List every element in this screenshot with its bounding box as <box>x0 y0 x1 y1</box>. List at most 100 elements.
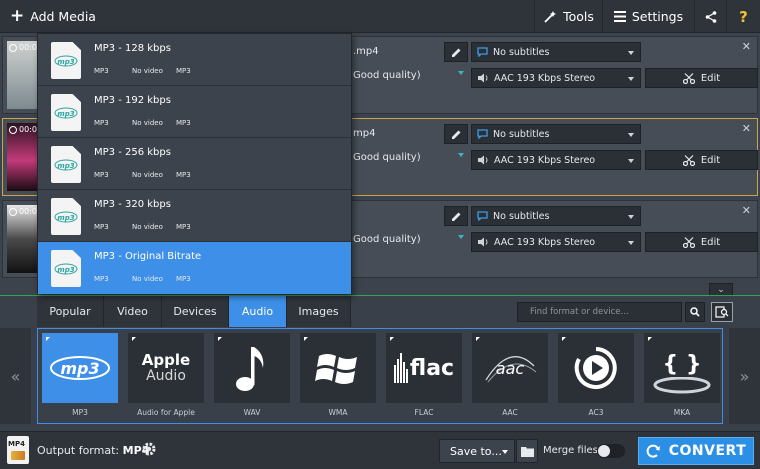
preset-name: MP3 - 320 kbps <box>94 199 171 210</box>
scroll-left-button[interactable]: « <box>0 328 31 424</box>
open-folder-button[interactable] <box>516 439 538 463</box>
video-thumbnail[interactable]: 00:0 <box>7 41 41 109</box>
flac-logo-icon <box>393 353 408 383</box>
add-media-button[interactable]: + Add Media <box>0 0 99 33</box>
audio-track-dropdown[interactable]: AAC 193 Kbps Stereo <box>471 150 641 170</box>
subtitle-value: No subtitles <box>493 210 550 222</box>
output-format-icon[interactable]: MP4 <box>7 436 29 464</box>
tab-popular[interactable]: Popular <box>37 296 104 327</box>
device-detect-button[interactable] <box>711 302 733 322</box>
svg-text:mp3: mp3 <box>57 266 74 274</box>
scroll-right-button[interactable]: » <box>729 328 760 424</box>
remove-file-icon[interactable]: ✕ <box>742 40 751 53</box>
output-format[interactable]: Output format: MP4 <box>37 444 149 457</box>
audio-track-value: AAC 193 Kbps Stereo <box>494 72 596 84</box>
double-chevron-down-icon: ⌄ <box>717 285 725 295</box>
preset-item[interactable]: mp3 MP3 - 192 kbps MP3 No video MP3 <box>38 86 351 138</box>
plus-icon: + <box>10 5 25 26</box>
preset-video: No video <box>132 171 163 179</box>
rename-button[interactable] <box>444 206 468 226</box>
video-thumbnail[interactable]: 00:0 <box>7 123 41 191</box>
format-tile-ac3[interactable] <box>558 333 634 403</box>
format-tile-aac[interactable]: aac <box>472 333 548 403</box>
speaker-icon <box>478 237 488 247</box>
convert-button[interactable]: CONVERT <box>638 437 754 465</box>
format-tile-wma[interactable] <box>300 333 376 403</box>
settings-button[interactable]: Settings <box>602 0 694 33</box>
save-to-label: Save to... <box>450 444 502 458</box>
mp3-file-icon: mp3 <box>51 94 81 131</box>
refresh-icon <box>646 444 660 458</box>
quality-selector[interactable]: Good quality) <box>353 152 421 163</box>
quality-selector[interactable]: Good quality) <box>353 70 421 81</box>
subtitle-dropdown[interactable]: No subtitles <box>471 206 641 226</box>
file-name: .mp4 <box>353 46 379 57</box>
pencil-icon <box>451 212 460 221</box>
speaker-icon <box>478 155 488 165</box>
share-icon <box>705 10 716 23</box>
format-tabs: Popular Video Devices Audio Images <box>37 296 351 327</box>
bottom-bar: MP4 Output format: MP4 Save to... Merge … <box>0 431 760 469</box>
tab-devices[interactable]: Devices <box>162 296 229 327</box>
format-panel: Popular Video Devices Audio Images Find … <box>0 296 760 429</box>
quality-selector[interactable]: Good quality) <box>353 234 421 245</box>
format-label: AC3 <box>588 408 604 417</box>
preset-codec: MP3 <box>94 275 109 283</box>
rename-button[interactable] <box>444 42 468 62</box>
rename-button[interactable] <box>444 124 468 144</box>
output-format-icon-text: MP4 <box>8 440 25 448</box>
video-thumbnail[interactable]: 00:0 <box>7 205 41 273</box>
audio-track-dropdown[interactable]: AAC 193 Kbps Stereo <box>471 68 641 88</box>
format-label: WMA <box>328 408 348 417</box>
help-button[interactable]: ? <box>726 0 760 33</box>
audio-track-value: AAC 193 Kbps Stereo <box>494 236 596 248</box>
format-search-input[interactable]: Find format or device... <box>517 302 682 322</box>
format-tile-flac[interactable]: flac <box>386 333 462 403</box>
subtitle-dropdown[interactable]: No subtitles <box>471 124 641 144</box>
preset-item[interactable]: mp3 MP3 - 256 kbps MP3 No video MP3 <box>38 138 351 190</box>
share-button[interactable] <box>694 0 726 33</box>
edit-button[interactable]: Edit <box>645 232 758 252</box>
ac3-play-icon <box>574 347 617 389</box>
settings-label: Settings <box>631 9 684 24</box>
speech-bubble-icon <box>477 211 488 221</box>
format-label: WAV <box>243 408 261 417</box>
search-button[interactable] <box>685 302 705 322</box>
format-label: MKA <box>673 408 691 417</box>
edit-button[interactable]: Edit <box>645 150 758 170</box>
remove-file-icon[interactable]: ✕ <box>742 122 751 135</box>
tab-video[interactable]: Video <box>104 296 162 327</box>
save-to-dropdown[interactable]: Save to... <box>439 439 515 463</box>
chevron-down-icon <box>458 235 464 239</box>
subtitle-dropdown[interactable]: No subtitles <box>471 42 641 62</box>
merge-files-label: Merge files: <box>543 445 602 456</box>
edit-label: Edit <box>700 72 721 84</box>
device-search-icon <box>715 306 729 318</box>
duration-badge: 00:0 <box>9 43 37 52</box>
remove-file-icon[interactable]: ✕ <box>742 204 751 217</box>
tab-images[interactable]: Images <box>287 296 351 327</box>
preset-item[interactable]: mp3 MP3 - 320 kbps MP3 No video MP3 <box>38 190 351 242</box>
format-tile-mp3[interactable]: mp3 <box>42 333 118 403</box>
svg-text:mp3: mp3 <box>57 214 74 222</box>
format-tile-apple[interactable]: Apple Audio <box>128 333 204 403</box>
preset-audio: MP3 <box>176 275 191 283</box>
preset-audio: MP3 <box>176 223 191 231</box>
format-label: FLAC <box>414 408 434 417</box>
preset-dropdown: mp3 MP3 - 128 kbps MP3 No video MP3 mp3 … <box>37 33 352 294</box>
audio-track-dropdown[interactable]: AAC 193 Kbps Stereo <box>471 232 641 252</box>
preset-item[interactable]: mp3 MP3 - 128 kbps MP3 No video MP3 <box>38 34 351 86</box>
preset-name: MP3 - 256 kbps <box>94 147 171 158</box>
format-tile-wav[interactable] <box>214 333 290 403</box>
preset-audio: MP3 <box>176 171 191 179</box>
tab-audio[interactable]: Audio <box>229 296 287 327</box>
folder-icon <box>520 446 534 457</box>
preset-item-selected[interactable]: mp3 MP3 - Original Bitrate MP3 No video … <box>38 242 351 294</box>
tools-button[interactable]: Tools <box>534 0 602 33</box>
speech-bubble-icon <box>477 129 488 139</box>
add-media-label: Add Media <box>30 9 96 24</box>
gear-icon[interactable] <box>141 441 157 457</box>
edit-button[interactable]: Edit <box>645 68 758 88</box>
format-tile-mka[interactable]: { } <box>644 333 720 403</box>
merge-files-toggle[interactable] <box>597 444 625 458</box>
